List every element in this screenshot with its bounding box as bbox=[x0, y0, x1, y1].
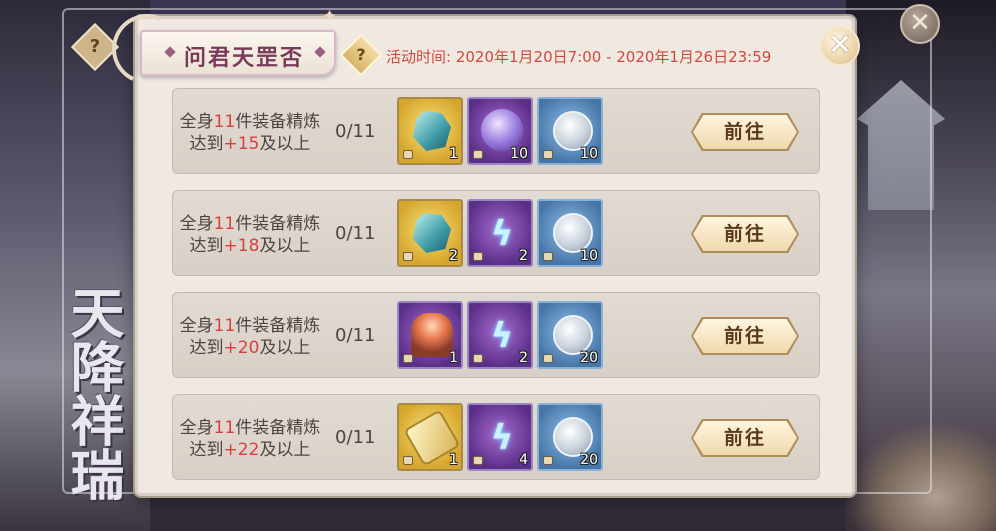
item-count: 20 bbox=[580, 350, 598, 366]
silver-coin-icon bbox=[553, 213, 593, 253]
go-button[interactable]: 前往 bbox=[693, 217, 797, 251]
go-button[interactable]: 前往 bbox=[693, 421, 797, 455]
diamond-icon bbox=[314, 46, 326, 58]
item-count: 10 bbox=[580, 248, 598, 264]
reward-item[interactable]: ϟ 2 bbox=[467, 199, 533, 267]
item-count: 2 bbox=[519, 350, 528, 366]
lock-icon bbox=[403, 354, 413, 363]
close-outer-button[interactable]: ✕ bbox=[900, 4, 940, 44]
lock-icon bbox=[473, 150, 483, 159]
item-count: 1 bbox=[449, 452, 458, 468]
question-icon: ? bbox=[89, 36, 101, 57]
question-icon: ? bbox=[356, 45, 366, 64]
lock-icon bbox=[473, 456, 483, 465]
lock-icon bbox=[473, 354, 483, 363]
task-row: 全身11件装备精炼 达到+20及以上 0/11 1 ϟ 2 20 前往 bbox=[172, 292, 820, 378]
reward-item[interactable]: 10 bbox=[467, 97, 533, 165]
item-count: 1 bbox=[449, 350, 458, 366]
item-count: 1 bbox=[449, 146, 458, 162]
item-count: 20 bbox=[580, 452, 598, 468]
diamond-icon bbox=[164, 46, 176, 58]
lock-icon bbox=[543, 252, 553, 261]
item-count: 10 bbox=[580, 146, 598, 162]
treasure-chest-icon bbox=[411, 313, 453, 357]
crystal-ore-icon bbox=[413, 213, 451, 253]
page-title: 问君天罡否 bbox=[184, 46, 305, 71]
reward-item[interactable]: ϟ 4 bbox=[467, 403, 533, 471]
reward-item[interactable]: 20 bbox=[537, 301, 603, 369]
task-row: 全身11件装备精炼 达到+22及以上 0/11 1 ϟ 4 20 前往 bbox=[172, 394, 820, 480]
lock-icon bbox=[543, 150, 553, 159]
reward-item[interactable]: 1 bbox=[397, 97, 463, 165]
crystal-ore-icon bbox=[413, 111, 451, 151]
purple-orb-icon bbox=[481, 109, 523, 151]
event-time-label: 活动时间: 2020年1月20日7:00 - 2020年1月26日23:59 bbox=[386, 48, 772, 66]
task-description: 全身11件装备精炼 达到+15及以上 bbox=[179, 112, 321, 154]
reward-item[interactable]: 20 bbox=[537, 403, 603, 471]
lock-icon bbox=[403, 252, 413, 261]
item-count: 2 bbox=[449, 248, 458, 264]
progress-count: 0/11 bbox=[335, 325, 376, 346]
silver-coin-icon bbox=[553, 111, 593, 151]
lock-icon bbox=[473, 252, 483, 261]
task-description: 全身11件装备精炼 达到+20及以上 bbox=[179, 316, 321, 358]
task-description: 全身11件装备精炼 达到+18及以上 bbox=[179, 214, 321, 256]
item-count: 4 bbox=[519, 452, 528, 468]
progress-count: 0/11 bbox=[335, 223, 376, 244]
item-count: 2 bbox=[519, 248, 528, 264]
bird-icon: ✦ bbox=[322, 6, 338, 27]
lock-icon bbox=[403, 150, 413, 159]
reward-item[interactable]: 1 bbox=[397, 403, 463, 471]
progress-count: 0/11 bbox=[335, 427, 376, 448]
lock-icon bbox=[543, 456, 553, 465]
reward-item[interactable]: 10 bbox=[537, 199, 603, 267]
reward-item[interactable]: 10 bbox=[537, 97, 603, 165]
progress-count: 0/11 bbox=[335, 121, 376, 142]
reward-item[interactable]: 2 bbox=[397, 199, 463, 267]
task-row: 全身11件装备精炼 达到+18及以上 0/11 2 ϟ 2 10 前往 bbox=[172, 190, 820, 276]
go-button[interactable]: 前往 bbox=[693, 319, 797, 353]
lock-icon bbox=[543, 354, 553, 363]
task-row: 全身11件装备精炼 达到+15及以上 0/11 1 10 10 前往 bbox=[172, 88, 820, 174]
title-tab: 问君天罡否 bbox=[140, 30, 336, 76]
lock-icon bbox=[403, 456, 413, 465]
reward-item[interactable]: ϟ 2 bbox=[467, 301, 533, 369]
silver-coin-icon bbox=[553, 417, 593, 457]
reward-item[interactable]: 1 bbox=[397, 301, 463, 369]
task-description: 全身11件装备精炼 达到+22及以上 bbox=[179, 418, 321, 460]
silver-coin-icon bbox=[553, 315, 593, 355]
go-button[interactable]: 前往 bbox=[693, 115, 797, 149]
close-button[interactable]: ✕ bbox=[820, 26, 860, 66]
item-count: 10 bbox=[510, 146, 528, 162]
